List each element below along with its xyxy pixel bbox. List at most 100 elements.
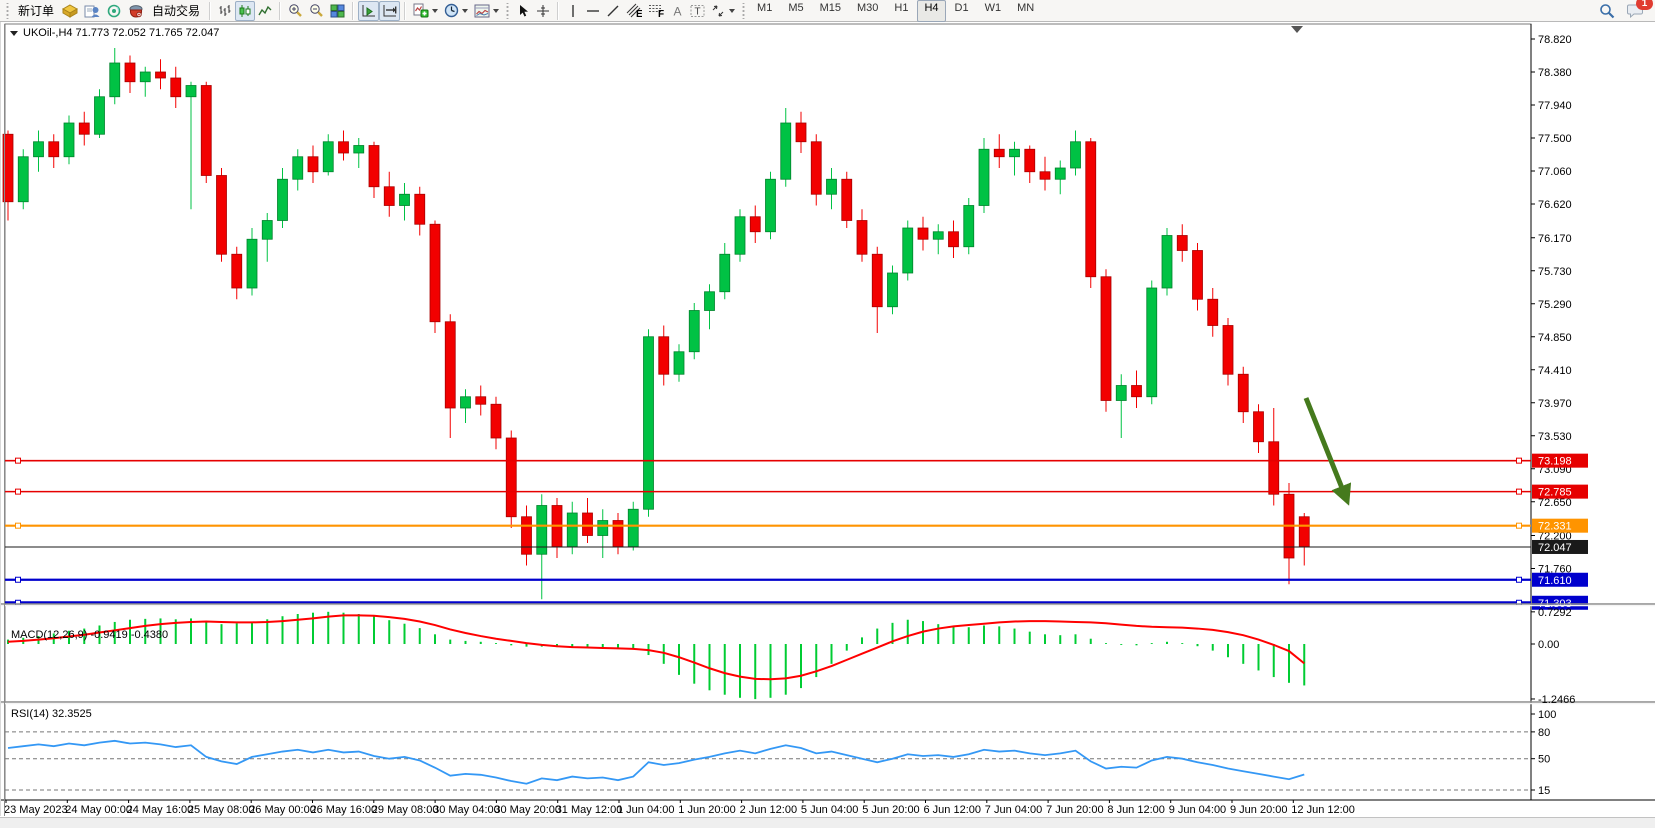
tile-windows-icon[interactable] xyxy=(327,1,348,21)
market-panel-icon[interactable] xyxy=(81,1,103,21)
zoom-out-icon[interactable] xyxy=(306,1,327,21)
candle-body xyxy=(415,194,425,224)
time-tick-label: 30 May 04:00 xyxy=(433,804,500,816)
price-tick-label: 73.970 xyxy=(1538,398,1572,410)
candle-body xyxy=(644,337,654,510)
chart-collapse-icon[interactable] xyxy=(10,31,18,36)
tf-button-w1[interactable]: W1 xyxy=(978,0,1009,22)
hline-handle[interactable] xyxy=(16,489,21,494)
hline-handle[interactable] xyxy=(1517,577,1522,582)
chart-frame xyxy=(5,24,1531,800)
vertical-line-tool-icon[interactable] xyxy=(563,1,583,21)
auto-scroll-icon[interactable] xyxy=(358,1,379,21)
hline-handle[interactable] xyxy=(16,458,21,463)
chart-shift-icon[interactable] xyxy=(379,1,400,21)
candle-body xyxy=(1025,149,1035,172)
trendline-tool-icon[interactable] xyxy=(603,1,623,21)
time-tick-label: 12 Jun 12:00 xyxy=(1291,804,1355,816)
line-chart-type-icon[interactable] xyxy=(255,1,275,21)
signals-icon[interactable] xyxy=(103,1,125,21)
rsi-scale-label: 80 xyxy=(1538,727,1550,739)
cursor-tool-icon[interactable] xyxy=(513,1,533,21)
candle-body xyxy=(232,254,242,288)
toolbar-grip[interactable] xyxy=(5,3,10,19)
notifications-button[interactable]: 1 xyxy=(1624,1,1647,21)
market-depth-icon[interactable] xyxy=(59,1,81,21)
price-badge-label: 73.198 xyxy=(1538,456,1572,468)
horizontal-line-tool-icon[interactable] xyxy=(583,1,603,21)
annotation-arrow[interactable] xyxy=(1306,398,1346,498)
templates-icon[interactable] xyxy=(471,1,502,21)
candle-body xyxy=(491,404,501,438)
candle-body xyxy=(628,509,638,547)
candle-body xyxy=(430,224,440,322)
candle-body xyxy=(796,123,806,142)
time-tick-label: 5 Jun 04:00 xyxy=(801,804,859,816)
price-tick-label: 75.290 xyxy=(1538,299,1572,311)
autotrading-icon[interactable] xyxy=(125,1,147,21)
candle-body xyxy=(156,72,166,78)
bar-chart-type-icon[interactable] xyxy=(215,1,235,21)
price-tick-label: 74.850 xyxy=(1538,332,1572,344)
candle-body xyxy=(1177,236,1187,251)
candle-body xyxy=(18,157,28,202)
time-tick-label: 26 May 16:00 xyxy=(311,804,378,816)
toolbar-grip[interactable] xyxy=(505,3,510,19)
macd-indicator-label: MACD(12,26,9) -0.9419 -0.4380 xyxy=(11,629,168,641)
tf-button-m1[interactable]: M1 xyxy=(750,0,779,22)
top-toolbar: 新订单 自动交易 xyxy=(0,0,1655,22)
candle-body xyxy=(217,176,227,255)
price-tick-label: 74.410 xyxy=(1538,365,1572,377)
new-order-button[interactable]: 新订单 xyxy=(13,1,59,21)
hline-handle[interactable] xyxy=(1517,489,1522,494)
time-tick-label: 1 Jun 20:00 xyxy=(678,804,736,816)
hline-handle[interactable] xyxy=(16,577,21,582)
tf-button-m30[interactable]: M30 xyxy=(850,0,885,22)
tf-button-d1[interactable]: D1 xyxy=(948,0,976,22)
hline-handle[interactable] xyxy=(1517,458,1522,463)
text-label-tool-icon[interactable]: T xyxy=(687,1,708,21)
candle-chart-type-icon[interactable] xyxy=(235,1,255,21)
arrows-dropdown-icon xyxy=(729,9,735,13)
hline-handle[interactable] xyxy=(16,523,21,528)
tf-button-m5[interactable]: M5 xyxy=(781,0,810,22)
window-left-edge xyxy=(0,22,1,816)
candle-body xyxy=(445,322,455,408)
tf-button-h4[interactable]: H4 xyxy=(917,0,945,22)
chart-canvas[interactable]: 78.82078.38077.94077.50077.06076.62076.1… xyxy=(0,22,1655,817)
add-indicator-icon[interactable] xyxy=(410,1,441,21)
candle-body xyxy=(933,232,943,240)
tf-button-m15[interactable]: M15 xyxy=(813,0,848,22)
autotrading-button[interactable]: 自动交易 xyxy=(147,1,205,21)
price-tick-label: 78.380 xyxy=(1538,67,1572,79)
fibonacci-tool-icon[interactable]: F xyxy=(645,1,667,21)
candle-body xyxy=(384,187,394,206)
notification-badge: 1 xyxy=(1636,0,1653,10)
price-badge-label: 72.785 xyxy=(1538,487,1572,499)
time-tick-label: 26 May 00:00 xyxy=(249,804,316,816)
candle-body xyxy=(903,228,913,273)
periods-clock-icon[interactable] xyxy=(441,1,471,21)
crosshair-tool-icon[interactable] xyxy=(533,1,553,21)
chart-window[interactable]: 78.82078.38077.94077.50077.06076.62076.1… xyxy=(0,22,1655,817)
price-tick-label: 76.170 xyxy=(1538,233,1572,245)
chart-title-bar[interactable]: UKOil-,H4 71.773 72.052 71.765 72.047 xyxy=(10,27,219,39)
text-tool-icon[interactable]: A xyxy=(667,1,687,21)
toolbar-grip[interactable] xyxy=(741,3,746,19)
candle-body xyxy=(674,352,684,375)
equidistant-channel-tool-icon[interactable]: E xyxy=(623,1,645,21)
search-icon[interactable] xyxy=(1596,1,1618,21)
candle-body xyxy=(1010,149,1020,157)
tf-button-h1[interactable]: H1 xyxy=(887,0,915,22)
price-tick-label: 77.500 xyxy=(1538,133,1572,145)
zoom-in-icon[interactable] xyxy=(285,1,306,21)
rsi-scale-label: 50 xyxy=(1538,754,1550,766)
arrows-tool-icon[interactable] xyxy=(708,1,738,21)
chart-shift-marker-icon[interactable] xyxy=(1291,26,1303,33)
tf-button-mn[interactable]: MN xyxy=(1010,0,1041,22)
templates-dropdown-icon xyxy=(493,9,499,13)
candle-body xyxy=(735,217,745,255)
hline-handle[interactable] xyxy=(1517,523,1522,528)
candle-body xyxy=(1223,326,1233,375)
time-tick-label: 31 May 12:00 xyxy=(556,804,623,816)
